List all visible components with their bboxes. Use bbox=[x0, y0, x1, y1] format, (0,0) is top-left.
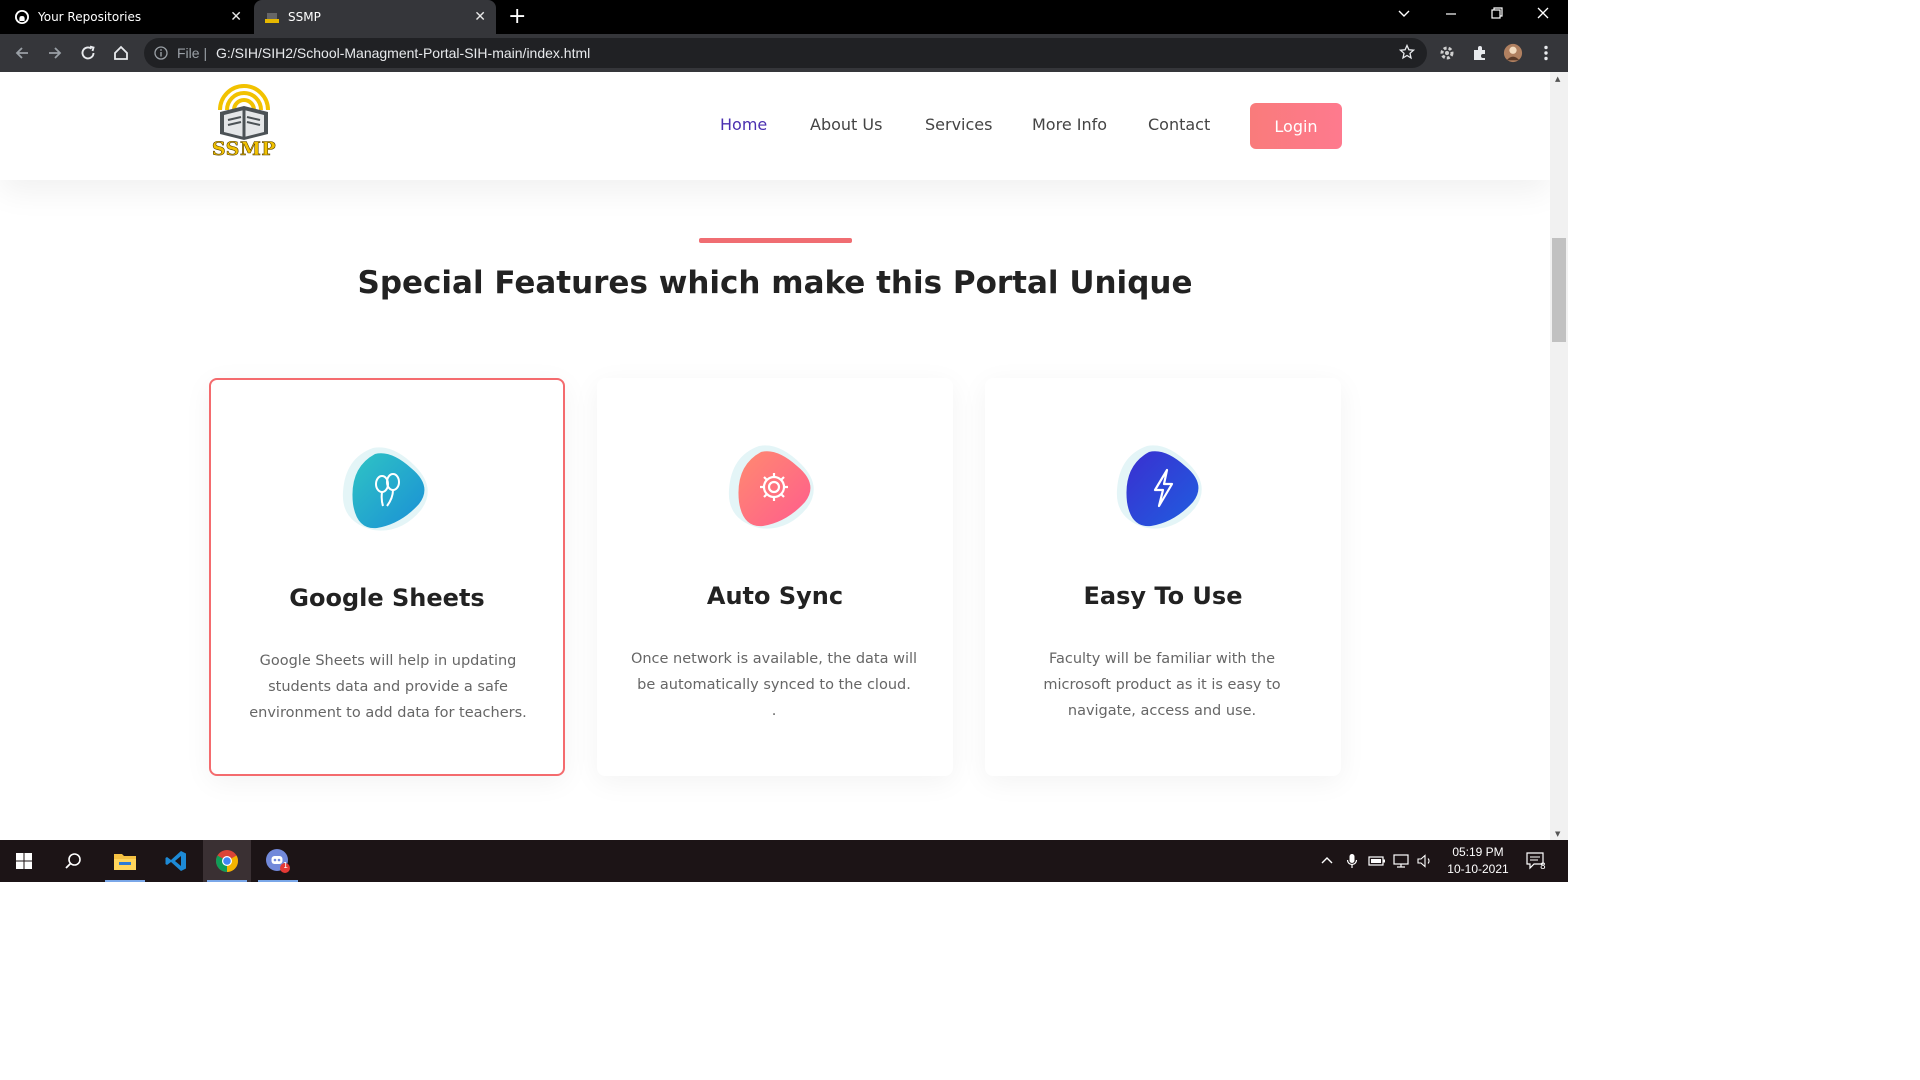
page-scrollbar[interactable]: ▲ ▼ bbox=[1550, 72, 1568, 840]
feature-description: Once network is available, the data will… bbox=[630, 651, 918, 719]
battery-icon[interactable] bbox=[1368, 840, 1386, 882]
close-window-button[interactable] bbox=[1536, 6, 1550, 24]
network-icon[interactable] bbox=[1393, 840, 1411, 882]
feature-icon-badge bbox=[1109, 436, 1217, 544]
home-icon[interactable] bbox=[111, 43, 131, 63]
tab-your-repositories[interactable]: Your Repositories ✕ bbox=[14, 0, 252, 34]
section-divider bbox=[699, 238, 852, 243]
running-indicator bbox=[207, 880, 247, 882]
feature-icon-badge bbox=[335, 438, 443, 546]
windows-start-icon[interactable] bbox=[0, 840, 48, 882]
nav-more-info[interactable]: More Info bbox=[1032, 115, 1107, 134]
chrome-icon[interactable] bbox=[203, 840, 251, 882]
tray-overflow-icon[interactable] bbox=[1320, 840, 1334, 882]
logo-text: SSMP bbox=[211, 138, 277, 161]
volume-icon[interactable] bbox=[1417, 840, 1435, 882]
minimize-button[interactable] bbox=[1444, 6, 1458, 24]
feature-description: Faculty will be familiar with the micros… bbox=[1043, 651, 1281, 719]
new-tab-button[interactable]: + bbox=[508, 4, 526, 29]
extension-gear-icon[interactable] bbox=[1437, 43, 1457, 63]
tab-title: SSMP bbox=[288, 10, 321, 24]
nav-contact[interactable]: Contact bbox=[1148, 115, 1210, 134]
reload-icon[interactable] bbox=[78, 43, 98, 63]
bookmark-star-icon[interactable] bbox=[1398, 43, 1416, 60]
system-clock[interactable]: 05:19 PM 10-10-2021 bbox=[1440, 844, 1516, 878]
scroll-up-arrow-icon[interactable]: ▲ bbox=[1555, 75, 1560, 83]
address-bar[interactable]: File | G:/SIH/SIH2/School-Managment-Port… bbox=[144, 38, 1427, 68]
scrollbar-thumb[interactable] bbox=[1552, 238, 1566, 342]
ssmp-favicon bbox=[264, 9, 280, 25]
page-viewport: SSMP Home About Us Services More Info Co… bbox=[0, 72, 1550, 840]
forward-icon[interactable] bbox=[45, 43, 65, 63]
tab-search-icon[interactable] bbox=[1397, 6, 1411, 24]
feature-card-easy-to-use[interactable]: Easy To Use Faculty will be familiar wit… bbox=[985, 378, 1341, 776]
tab-title: Your Repositories bbox=[38, 10, 142, 24]
close-tab-icon[interactable]: ✕ bbox=[474, 9, 486, 25]
chrome-menu-icon[interactable] bbox=[1536, 43, 1556, 63]
windows-taskbar: 1 05:19 PM 10-10-2021 8 bbox=[0, 840, 1568, 882]
browser-toolbar: File | G:/SIH/SIH2/School-Managment-Port… bbox=[0, 34, 1568, 72]
vscode-icon[interactable] bbox=[152, 840, 200, 882]
tab-ssmp[interactable]: SSMP ✕ bbox=[254, 0, 496, 34]
login-button[interactable]: Login bbox=[1250, 103, 1342, 149]
section-heading: Special Features which make this Portal … bbox=[357, 265, 1193, 301]
file-explorer-icon[interactable] bbox=[101, 840, 149, 882]
notification-count: 8 bbox=[1540, 862, 1546, 872]
back-icon[interactable] bbox=[12, 43, 32, 63]
feature-card-auto-sync[interactable]: Auto Sync Once network is available, the… bbox=[597, 378, 953, 776]
site-header: SSMP Home About Us Services More Info Co… bbox=[0, 72, 1550, 180]
search-icon[interactable] bbox=[49, 840, 97, 882]
discord-badge: 1 bbox=[283, 861, 289, 870]
browser-tab-bar: Your Repositories ✕ SSMP ✕ + bbox=[0, 0, 1568, 34]
feature-card-google-sheets[interactable]: Google Sheets Google Sheets will help in… bbox=[209, 378, 565, 776]
address-prefix: File | bbox=[177, 45, 208, 61]
restore-button[interactable] bbox=[1490, 6, 1504, 24]
feature-title: Auto Sync bbox=[706, 582, 844, 610]
running-indicator bbox=[258, 880, 298, 882]
discord-icon[interactable]: 1 bbox=[254, 840, 302, 882]
scroll-down-arrow-icon[interactable]: ▼ bbox=[1555, 830, 1560, 838]
site-logo[interactable]: SSMP bbox=[206, 82, 282, 162]
running-indicator bbox=[105, 880, 145, 882]
nav-about-us[interactable]: About Us bbox=[810, 115, 882, 134]
nav-home[interactable]: Home bbox=[720, 115, 767, 134]
feature-title: Easy To Use bbox=[1083, 582, 1243, 610]
info-icon[interactable] bbox=[154, 45, 168, 60]
feature-title: Google Sheets bbox=[289, 584, 485, 612]
feature-icon-badge bbox=[721, 436, 829, 544]
clock-date: 10-10-2021 bbox=[1447, 862, 1509, 876]
clock-time: 05:19 PM bbox=[1452, 845, 1504, 859]
close-tab-icon[interactable]: ✕ bbox=[230, 9, 242, 25]
extensions-puzzle-icon[interactable] bbox=[1470, 43, 1490, 63]
nav-services[interactable]: Services bbox=[925, 115, 992, 134]
profile-avatar[interactable] bbox=[1503, 43, 1523, 63]
microphone-icon[interactable] bbox=[1346, 840, 1358, 882]
action-center-icon[interactable]: 8 bbox=[1526, 840, 1546, 882]
address-url[interactable]: G:/SIH/SIH2/School-Managment-Portal-SIH-… bbox=[216, 45, 590, 61]
github-icon bbox=[14, 9, 30, 25]
feature-description: Google Sheets will help in updating stud… bbox=[249, 653, 527, 721]
